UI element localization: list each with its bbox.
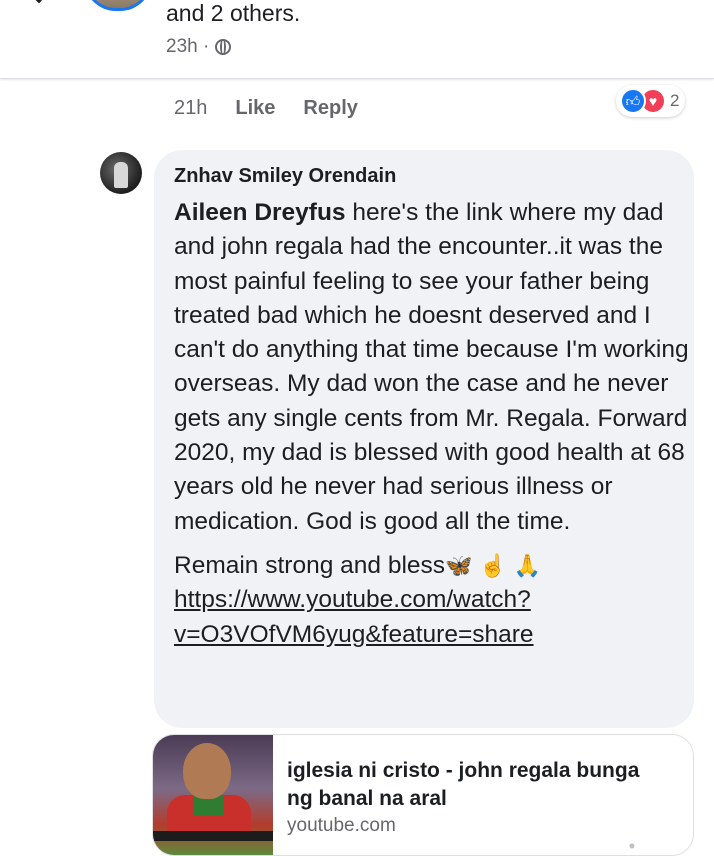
previous-post-timestamp: 23h · (166, 36, 210, 57)
previous-post-avatar[interactable] (84, 0, 152, 11)
previous-post-card (0, 0, 714, 79)
pointing-up-emoji-icon: ☝ (479, 552, 507, 578)
previous-post-time: 23h · (166, 36, 232, 58)
video-thumbnail[interactable] (153, 735, 273, 855)
comment-author[interactable]: Znhav Smiley Orendain (174, 165, 396, 188)
mention-link[interactable]: Aileen Dreyfus (174, 199, 346, 226)
like-button[interactable]: Like (235, 97, 275, 120)
comment-body: Aileen Dreyfus here's the link where my … (174, 196, 689, 652)
youtube-link[interactable]: https://www.youtube.com/watch?v=O3VOfVM6… (174, 586, 534, 647)
reaction-count: 2 (670, 91, 680, 110)
back-arrow-icon[interactable] (20, 0, 58, 4)
reply-button[interactable]: Reply (303, 97, 357, 120)
butterfly-emoji-icon: 🦋 (445, 552, 473, 578)
link-preview-domain: youtube.com (287, 815, 396, 836)
globe-icon (215, 39, 232, 55)
praying-hands-emoji-icon: 🙏 (513, 552, 541, 578)
link-preview-card[interactable]: iglesia ni cristo - john regala bunga ng… (152, 734, 694, 856)
previous-post-text: and 2 others. (166, 0, 301, 26)
link-preview-title[interactable]: iglesia ni cristo - john regala bunga ng… (287, 757, 667, 813)
comment-action-row: 21h Like Reply (174, 97, 358, 120)
more-options-icon[interactable]: • (629, 836, 635, 855)
comment-time: 21h (174, 97, 208, 119)
comment-closing: Remain strong and bless (174, 551, 446, 579)
like-icon: 👍︎ (620, 88, 646, 114)
reaction-summary[interactable]: 👍︎ ♥ 2 (616, 85, 686, 117)
comment-body-text: here's the link where my dad and john re… (174, 199, 689, 535)
commenter-avatar[interactable] (100, 152, 142, 194)
